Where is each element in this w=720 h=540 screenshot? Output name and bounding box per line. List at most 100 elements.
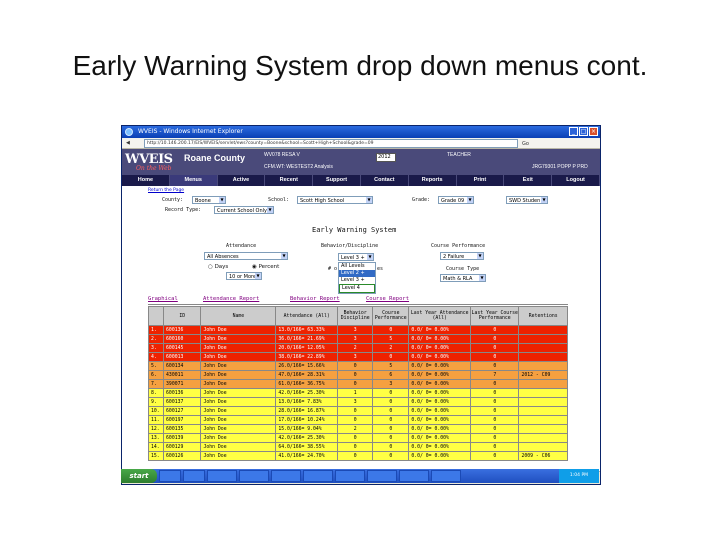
chevron-down-icon: ▼ <box>467 197 473 203</box>
table-row[interactable]: 8. 600136 John Doe 42.0/166= 25.30% 1 0 0.0/ 0… <box>147 388 568 398</box>
grade-label: Grade: <box>412 197 431 203</box>
school-value: Scott High School <box>300 198 345 204</box>
attendance-select[interactable]: All Absences ▼ <box>204 252 288 260</box>
table-row[interactable]: 13. 600139 John Doe 42.0/166= 25.30% 0 0 0.0/ … <box>147 433 568 443</box>
table-cell-id: 600127 <box>163 406 202 416</box>
year-select[interactable]: 2012 <box>376 153 396 162</box>
percent-radio[interactable]: ◉ Percent <box>252 264 279 270</box>
table-cell-ret <box>518 334 568 344</box>
column-header: Behavior Discipline <box>337 306 374 326</box>
table-cell-course: 0 <box>372 325 410 335</box>
swd-select[interactable]: SWD Studen ▼ <box>506 196 548 204</box>
occurrences-label: # o <box>328 266 338 272</box>
user-label: JRG79301 POPP P PRD <box>532 164 588 170</box>
table-cell-n: 12. <box>147 424 165 434</box>
table-row[interactable]: 5. 600134 John Doe 26.0/166= 15.66% 0 5 0.0/ 0… <box>147 361 568 371</box>
behavior-dropdown-list: All Levels Level 2 + Level 3 + Level 4 <box>338 262 376 294</box>
county-select[interactable]: Boone ▼ <box>192 196 226 204</box>
taskbar-item[interactable] <box>303 470 333 482</box>
table-row[interactable]: 9. 600137 John Doe 13.0/166= 7.83% 3 0 0.0/ 0=… <box>147 397 568 407</box>
table-row[interactable]: 7. 390071 John Doe 61.0/166= 36.75% 0 3 0.0/ 0… <box>147 379 568 389</box>
nav-contact[interactable]: Contact <box>361 175 409 186</box>
chevron-down-icon: ▼ <box>366 197 372 203</box>
nav-active[interactable]: Active <box>218 175 266 186</box>
nav-home[interactable]: Home <box>122 175 170 186</box>
browser-window: WVEIS - Windows Internet Explorer _ □ × … <box>121 125 601 485</box>
table-cell-att: 61.0/166= 36.75% <box>275 379 339 389</box>
dropdown-option[interactable]: Level 3 + <box>339 277 375 284</box>
go-button[interactable]: Go <box>522 139 529 149</box>
behavior-select[interactable]: Level 3 + ▼ <box>338 253 374 261</box>
taskbar-item[interactable] <box>367 470 397 482</box>
attendance-value: All Absences <box>207 254 239 260</box>
taskbar-item[interactable] <box>431 470 461 482</box>
table-cell-name: John Doe <box>200 397 277 407</box>
nav-logout[interactable]: Logout <box>552 175 600 186</box>
nav-menus[interactable]: Menus <box>169 175 218 186</box>
nav-support[interactable]: Support <box>313 175 361 186</box>
taskbar-item[interactable] <box>271 470 301 482</box>
nav-recent[interactable]: Recent <box>265 175 314 186</box>
dropdown-option[interactable]: Level 4 <box>339 284 375 293</box>
table-cell-lyatt: 0.0/ 0= 0.00% <box>408 388 472 398</box>
table-cell-beh: 0 <box>337 379 374 389</box>
percent-label: Percent <box>258 264 280 270</box>
dropdown-option[interactable]: Level 2 + <box>339 270 375 277</box>
table-row[interactable]: 6. 430011 John Doe 47.0/166= 28.31% 0 6 0.0/ 0… <box>147 370 568 380</box>
table-cell-n: 7. <box>147 379 165 389</box>
table-cell-course: 0 <box>372 442 410 452</box>
tab-attendance-report[interactable]: Attendance Report <box>203 296 259 302</box>
threshold-select[interactable]: 10 or More ▼ <box>226 272 262 280</box>
close-icon[interactable]: × <box>589 127 598 136</box>
minimize-icon[interactable]: _ <box>569 127 578 136</box>
taskbar-item[interactable] <box>207 470 237 482</box>
return-link[interactable]: Return the Page <box>148 188 184 193</box>
table-cell-course: 5 <box>372 361 410 371</box>
nav-reports[interactable]: Reports <box>409 175 457 186</box>
course-performance-select[interactable]: 2 Failure ▼ <box>440 252 484 260</box>
table-row[interactable]: 15. 600126 John Doe 41.0/166= 24.70% 0 0 0.0/ … <box>147 451 568 461</box>
course-type-select[interactable]: Math & RLA ▼ <box>440 274 486 282</box>
address-input[interactable]: http://10.146.200.17/EIS/WVEIS/servlet/e… <box>144 139 518 148</box>
nav-exit[interactable]: Exit <box>504 175 553 186</box>
back-icon[interactable]: ◀ <box>126 140 130 146</box>
dropdown-option[interactable]: All Levels <box>339 263 375 270</box>
taskbar-item[interactable] <box>183 470 205 482</box>
tab-behavior-report[interactable]: Behavior Report <box>290 296 340 302</box>
record-type-select[interactable]: Current School Only ▼ <box>214 206 274 214</box>
chevron-down-icon: ▼ <box>267 207 273 213</box>
internet-explorer-icon <box>125 128 133 136</box>
table-row[interactable]: 10. 600127 John Doe 28.0/166= 16.87% 0 0 0.0/ … <box>147 406 568 416</box>
table-row[interactable]: 11. 600197 John Doe 17.0/166= 10.24% 0 0 0.0/ … <box>147 415 568 425</box>
table-cell-id: 600197 <box>163 415 202 425</box>
table-row[interactable]: 2. 600160 John Doe 36.0/166= 21.69% 3 5 0.0/ 0… <box>147 334 568 344</box>
table-cell-lyatt: 0.0/ 0= 0.00% <box>408 415 472 425</box>
table-row[interactable]: 1. 600136 John Doe 13.0/166= 63.33% 3 0 0.0/ 0… <box>147 325 568 335</box>
table-row[interactable]: 12. 600135 John Doe 15.0/166= 9.04% 2 0 0.0/ 0… <box>147 424 568 434</box>
school-select[interactable]: Scott High School ▼ <box>297 196 373 204</box>
taskbar-item[interactable] <box>399 470 429 482</box>
tab-course-report[interactable]: Course Report <box>366 296 409 302</box>
table-row[interactable]: 4. 600013 John Doe 38.0/166= 22.89% 3 0 0.0/ 0… <box>147 352 568 362</box>
table-row[interactable]: 3. 600145 John Doe 20.0/166= 12.05% 2 2 0.0/ 0… <box>147 343 568 353</box>
table-cell-id: 390071 <box>163 379 202 389</box>
table-cell-lycourse: 0 <box>470 433 520 443</box>
maximize-icon[interactable]: □ <box>579 127 588 136</box>
tab-graphical[interactable]: Graphical <box>148 296 178 302</box>
nav-print[interactable]: Print <box>457 175 505 186</box>
start-button[interactable]: start <box>121 469 157 483</box>
record-type-value: Current School Only <box>217 208 268 214</box>
window-title: WVEIS - Windows Internet Explorer <box>138 128 243 135</box>
table-cell-lycourse: 0 <box>470 334 520 344</box>
table-cell-att: 17.0/166= 10.24% <box>275 415 339 425</box>
table-cell-lycourse: 0 <box>470 406 520 416</box>
table-row[interactable]: 14. 600129 John Doe 64.0/166= 38.55% 0 0 0.0/ … <box>147 442 568 452</box>
taskbar-item[interactable] <box>159 470 181 482</box>
days-radio[interactable]: ○ Days <box>208 264 228 270</box>
table-cell-id: 600136 <box>163 388 202 398</box>
taskbar-item[interactable] <box>239 470 269 482</box>
taskbar-item[interactable] <box>335 470 365 482</box>
grade-select[interactable]: Grade 09 ▼ <box>438 196 474 204</box>
cfm-label: CFM.WT: WESTEST2 Analysis <box>264 164 333 170</box>
course-performance-label: Course Performance <box>431 243 486 249</box>
